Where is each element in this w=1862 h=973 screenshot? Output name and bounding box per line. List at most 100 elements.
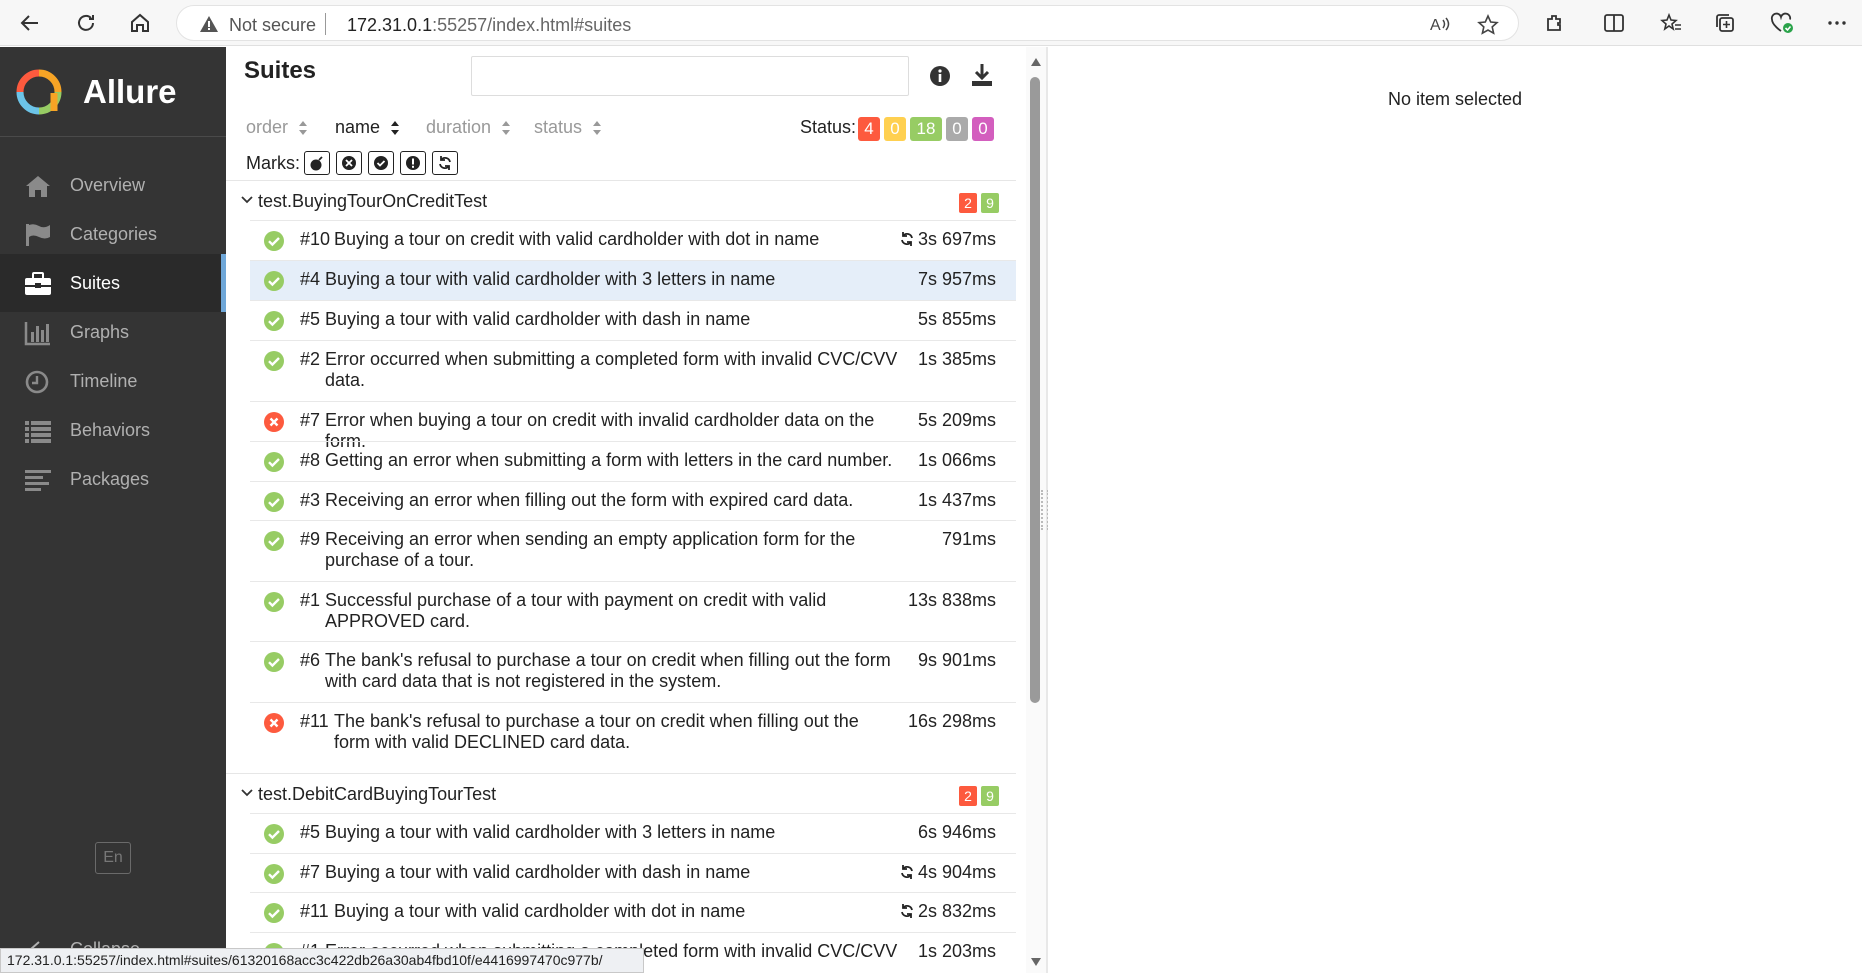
read-aloud-icon[interactable]: A xyxy=(1429,14,1451,39)
refresh-icon xyxy=(439,156,451,170)
sort-duration[interactable]: duration xyxy=(426,117,511,138)
split-screen-icon[interactable] xyxy=(1603,12,1625,39)
extensions-icon[interactable] xyxy=(1544,12,1566,39)
home-browser-icon[interactable] xyxy=(127,10,153,36)
detail-panel: No item selected xyxy=(1048,47,1862,973)
sidebar-item-packages[interactable]: Packages xyxy=(0,450,226,508)
more-menu-icon[interactable] xyxy=(1826,12,1848,39)
status-passed-icon xyxy=(263,310,285,332)
status-filter-unknown[interactable]: 0 xyxy=(972,117,994,141)
search-input[interactable] xyxy=(471,56,909,96)
sort-name[interactable]: name xyxy=(335,117,400,138)
suite-failed-count: 2 xyxy=(959,786,977,806)
test-case-row[interactable]: #5 Buying a tour with valid cardholder wi… xyxy=(250,813,1016,853)
allure-logo-icon xyxy=(16,69,62,115)
suites-panel: Suites order name duration status Status… xyxy=(226,47,1026,973)
status-filter-broken[interactable]: 0 xyxy=(884,117,906,141)
brand[interactable]: Allure xyxy=(0,47,226,137)
test-case-row[interactable]: #8 Getting an error when submitting a for… xyxy=(250,441,1016,481)
separator xyxy=(325,13,326,35)
status-passed-icon xyxy=(263,651,285,673)
status-passed-icon xyxy=(263,451,285,473)
test-case-row[interactable]: #6 The bank's refusal to purchase a tour … xyxy=(250,641,1016,702)
test-case-row[interactable]: #2 Error occurred when submitting a compl… xyxy=(250,340,1016,401)
url-text[interactable]: 172.31.0.1:55257/index.html#suites xyxy=(347,15,631,36)
suite-group-header[interactable]: test.BuyingTourOnCreditTest 2 9 xyxy=(226,180,1016,220)
sort-order[interactable]: order xyxy=(246,117,308,138)
svg-text:A: A xyxy=(1430,17,1441,34)
collections-icon[interactable] xyxy=(1714,12,1736,39)
test-case-row[interactable]: #9 Receiving an error when sending an emp… xyxy=(250,520,1016,581)
test-duration: 1s 203ms xyxy=(918,941,996,962)
exclamation-circle-icon xyxy=(406,156,420,170)
scroll-down-icon[interactable] xyxy=(1030,957,1042,967)
security-label[interactable]: Not secure xyxy=(229,15,316,36)
test-name: Error occurred when submitting a complet… xyxy=(325,349,898,390)
status-filter-failed[interactable]: 4 xyxy=(858,117,880,141)
scroll-up-icon[interactable] xyxy=(1030,57,1042,67)
status-failed-icon xyxy=(263,712,285,734)
mark-new-passed[interactable] xyxy=(368,151,394,175)
warning-icon[interactable] xyxy=(199,15,219,38)
test-duration: 5s 855ms xyxy=(918,309,996,330)
browser-toolbar: Not secure 172.31.0.1:55257/index.html#s… xyxy=(0,0,1862,46)
sort-icon xyxy=(391,121,400,136)
duration-value: 4s 904ms xyxy=(917,862,996,882)
test-duration: 2s 832ms xyxy=(899,901,996,922)
browser-essentials-icon[interactable] xyxy=(1770,12,1794,39)
info-icon[interactable] xyxy=(929,65,951,92)
sidebar-item-label: Timeline xyxy=(70,371,138,391)
sort-icon xyxy=(502,121,511,136)
page-title: Suites xyxy=(244,57,317,84)
mark-new-broken[interactable] xyxy=(400,151,426,175)
status-filter-skipped[interactable]: 0 xyxy=(946,117,968,141)
test-number: #3 xyxy=(300,490,321,510)
test-name: Buying a tour with valid cardholder with… xyxy=(334,901,746,921)
test-name: Receiving an error when sending an empty… xyxy=(325,529,856,570)
scrollbar-thumb[interactable] xyxy=(1030,77,1040,703)
favorite-star-icon[interactable] xyxy=(1477,14,1499,41)
times-circle-icon xyxy=(342,156,356,170)
duration-value: 13s 838ms xyxy=(907,590,996,610)
download-icon[interactable] xyxy=(970,62,994,93)
sort-status-label: status xyxy=(534,117,583,137)
test-name: Buying a tour with valid cardholder with… xyxy=(325,822,776,842)
test-name: The bank's refusal to purchase a tour on… xyxy=(334,711,859,752)
status-passed-icon xyxy=(263,530,285,552)
suite-group-header[interactable]: test.DebitCardBuyingTourTest 2 9 xyxy=(226,773,1016,813)
duration-value: 791ms xyxy=(941,529,996,549)
favorites-icon[interactable] xyxy=(1660,12,1682,39)
test-duration: 13s 838ms xyxy=(908,590,996,611)
test-number: #1 xyxy=(300,590,321,610)
test-case-row[interactable]: #11 The bank's refusal to purchase a tour… xyxy=(250,702,1016,764)
test-case-row[interactable]: #7 Buying a tour with valid cardholder wi… xyxy=(250,853,1016,892)
marks-label: Marks: xyxy=(246,153,300,173)
test-duration: 4s 904ms xyxy=(899,862,996,883)
chevron-down-icon xyxy=(241,789,253,797)
test-case-row[interactable]: #5 Buying a tour with valid cardholder wi… xyxy=(250,300,1016,340)
test-duration: 1s 385ms xyxy=(918,349,996,370)
test-case-row[interactable]: #1 Successful purchase of a tour with pay… xyxy=(250,581,1016,641)
test-case-row[interactable]: #10 Buying a tour on credit with valid ca… xyxy=(250,220,1016,260)
address-bar[interactable]: Not secure 172.31.0.1:55257/index.html#s… xyxy=(176,5,1519,41)
test-number: #7 xyxy=(300,862,321,882)
status-filter-passed[interactable]: 18 xyxy=(910,117,942,141)
test-case-row[interactable]: #7 Error when buying a tour on credit wit… xyxy=(250,401,1016,451)
test-case-row[interactable]: #4 Buying a tour with valid cardholder wi… xyxy=(250,260,1016,300)
mark-retries[interactable] xyxy=(432,151,458,175)
status-passed-icon xyxy=(263,491,285,513)
mark-flaky[interactable] xyxy=(304,151,330,175)
language-button[interactable]: En xyxy=(95,842,131,874)
check-circle-icon xyxy=(374,156,388,170)
test-case-row[interactable]: #11 Buying a tour with valid cardholder w… xyxy=(250,892,1016,932)
test-duration: 7s 957ms xyxy=(918,269,996,290)
clock-icon xyxy=(25,370,49,394)
status-passed-icon xyxy=(263,823,285,845)
suite-passed-count: 9 xyxy=(981,786,999,806)
align-left-icon xyxy=(25,470,51,491)
sort-status[interactable]: status xyxy=(534,117,602,138)
back-icon[interactable] xyxy=(17,10,43,36)
refresh-icon[interactable] xyxy=(73,10,99,36)
test-case-row[interactable]: #3 Receiving an error when filling out th… xyxy=(250,481,1016,520)
mark-new-failed[interactable] xyxy=(336,151,362,175)
